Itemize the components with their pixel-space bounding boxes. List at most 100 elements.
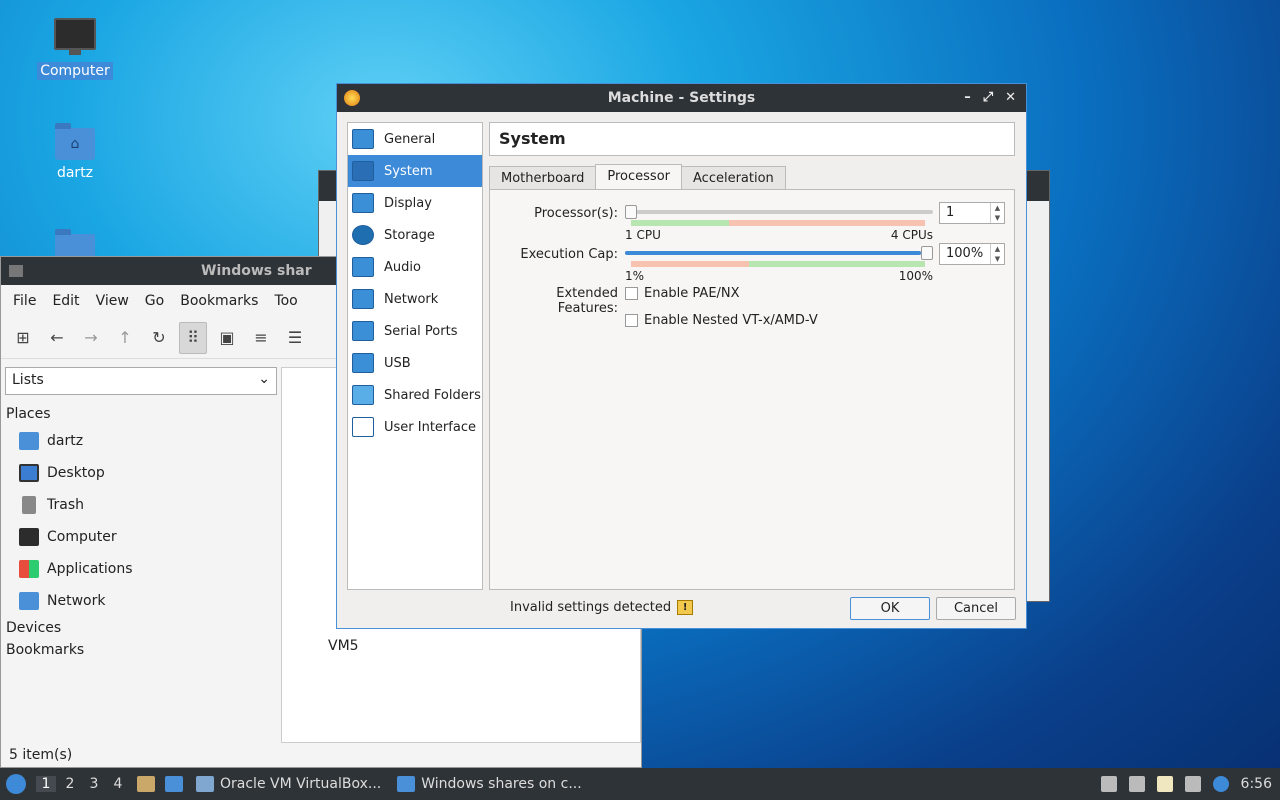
category-serial-ports[interactable]: Serial Ports [348,315,482,347]
menu-edit[interactable]: Edit [44,293,87,309]
pae-nx-label: Enable PAE/NX [644,286,740,301]
workspace-3[interactable]: 3 [84,776,104,792]
workspace-2[interactable]: 2 [60,776,80,792]
workspace-1[interactable]: 1 [36,776,56,792]
eject-icon[interactable] [1100,776,1117,792]
category-system[interactable]: System [348,155,482,187]
place-item-computer[interactable]: Computer [1,521,279,553]
category-network[interactable]: Network [348,283,482,315]
category-label: USB [384,355,411,371]
category-general[interactable]: General [348,123,482,155]
forward-icon[interactable]: → [77,328,105,347]
desktop-icon-computer[interactable]: Computer [37,18,113,80]
side-pane-mode-select[interactable]: Lists ⌄ [5,367,277,395]
warning-icon[interactable]: ! [677,600,694,615]
checkbox-box[interactable] [625,287,638,300]
shared-folder-icon [352,385,374,405]
processors-min-label: 1 CPU [625,228,661,242]
clipboard-icon[interactable] [1156,776,1173,792]
notification-icon[interactable] [1212,776,1229,792]
window-controls: – ⤢ ✕ [964,84,1016,112]
processors-slider[interactable]: 1 CPU 4 CPUs [625,202,933,242]
exec-cap-slider-handle[interactable] [921,246,933,260]
category-usb[interactable]: USB [348,347,482,379]
up-icon[interactable]: ↑ [111,328,139,347]
menu-file[interactable]: File [5,293,44,309]
warning-text: Invalid settings detected [510,600,672,615]
chevron-down-icon: ⌄ [258,371,270,387]
category-shared-folders[interactable]: Shared Folders [348,379,482,411]
thumbnail-view-icon[interactable]: ▣ [213,328,241,347]
serial-port-icon [352,321,374,341]
computer-icon [19,528,39,546]
status-bar: 5 item(s) [9,747,73,763]
compact-view-icon[interactable]: ≡ [247,328,275,347]
tab-processor[interactable]: Processor [595,164,683,190]
processors-slider-handle[interactable] [625,205,637,219]
display-icon [352,193,374,213]
place-item-desktop[interactable]: Desktop [1,457,279,489]
applications-icon [19,560,39,578]
chip-icon [352,161,374,181]
file-cabinet-icon[interactable] [137,776,155,792]
place-item-network[interactable]: Network [1,585,279,617]
network-folder-icon [19,592,39,610]
icon-view-icon[interactable]: ⠿ [179,321,207,354]
cancel-button[interactable]: Cancel [936,597,1016,620]
place-item-applications[interactable]: Applications [1,553,279,585]
category-storage[interactable]: Storage [348,219,482,251]
detail-view-icon[interactable]: ☰ [281,328,309,347]
tab-bar: Motherboard Processor Acceleration [489,164,786,190]
back-icon[interactable]: ← [43,328,71,347]
category-display[interactable]: Display [348,187,482,219]
place-item-trash[interactable]: Trash [1,489,279,521]
pae-nx-checkbox[interactable]: Enable PAE/NX [625,286,740,301]
place-label: Network [47,593,106,609]
desktop-icon-label: dartz [56,165,94,181]
start-menu-icon[interactable] [6,774,26,794]
tab-acceleration[interactable]: Acceleration [681,166,786,190]
desktop-icon[interactable] [165,776,183,792]
maximize-icon[interactable]: ⤢ [983,84,993,112]
tab-motherboard[interactable]: Motherboard [489,166,597,190]
speaker-icon [352,257,374,277]
virtualbox-icon [196,776,214,792]
exec-cap-value: 100% [946,246,984,261]
devices-header[interactable]: Devices [1,617,279,639]
general-icon [352,129,374,149]
volume-icon[interactable] [1128,776,1145,792]
ok-button[interactable]: OK [850,597,930,620]
processors-spinbox[interactable]: 1 ▲ ▼ [939,202,1005,224]
category-label: User Interface [384,419,476,435]
minimize-icon[interactable]: – [964,84,971,112]
category-user-interface[interactable]: User Interface [348,411,482,443]
folder-icon [9,265,23,277]
desktop-icon-dartz[interactable]: ⌂ dartz [37,123,113,182]
home-folder-icon: ⌂ [55,123,95,160]
menu-go[interactable]: Go [137,293,172,309]
close-icon[interactable]: ✕ [1005,84,1016,112]
spin-arrows-icon[interactable]: ▲ ▼ [990,203,1004,223]
file-item-vm5[interactable]: VM5 [328,638,359,654]
place-label: Trash [47,497,84,513]
exec-cap-slider[interactable]: 1% 100% [625,243,933,283]
clock[interactable]: 6:56 [1241,776,1272,792]
exec-cap-spinbox[interactable]: 100% ▲ ▼ [939,243,1005,265]
nested-vtx-checkbox[interactable]: Enable Nested VT-x/AMD-V [625,313,818,328]
network-tray-icon[interactable] [1184,776,1201,792]
place-item-dartz[interactable]: dartz [1,425,279,457]
spin-arrows-icon[interactable]: ▲ ▼ [990,244,1004,264]
bookmarks-header[interactable]: Bookmarks [1,639,279,661]
menu-bookmarks[interactable]: Bookmarks [172,293,266,309]
workspace-4[interactable]: 4 [108,776,128,792]
category-audio[interactable]: Audio [348,251,482,283]
menu-tools[interactable]: Too [266,293,305,309]
new-tab-icon[interactable]: ⊞ [9,328,37,347]
checkbox-box[interactable] [625,314,638,327]
task-virtualbox[interactable]: Oracle VM VirtualBox... [188,768,389,800]
menu-view[interactable]: View [88,293,137,309]
reload-icon[interactable]: ↻ [145,328,173,347]
category-label: Audio [384,259,421,275]
task-file-manager[interactable]: Windows shares on c... [389,768,589,800]
dialog-titlebar[interactable]: Machine - Settings – ⤢ ✕ [337,84,1026,112]
